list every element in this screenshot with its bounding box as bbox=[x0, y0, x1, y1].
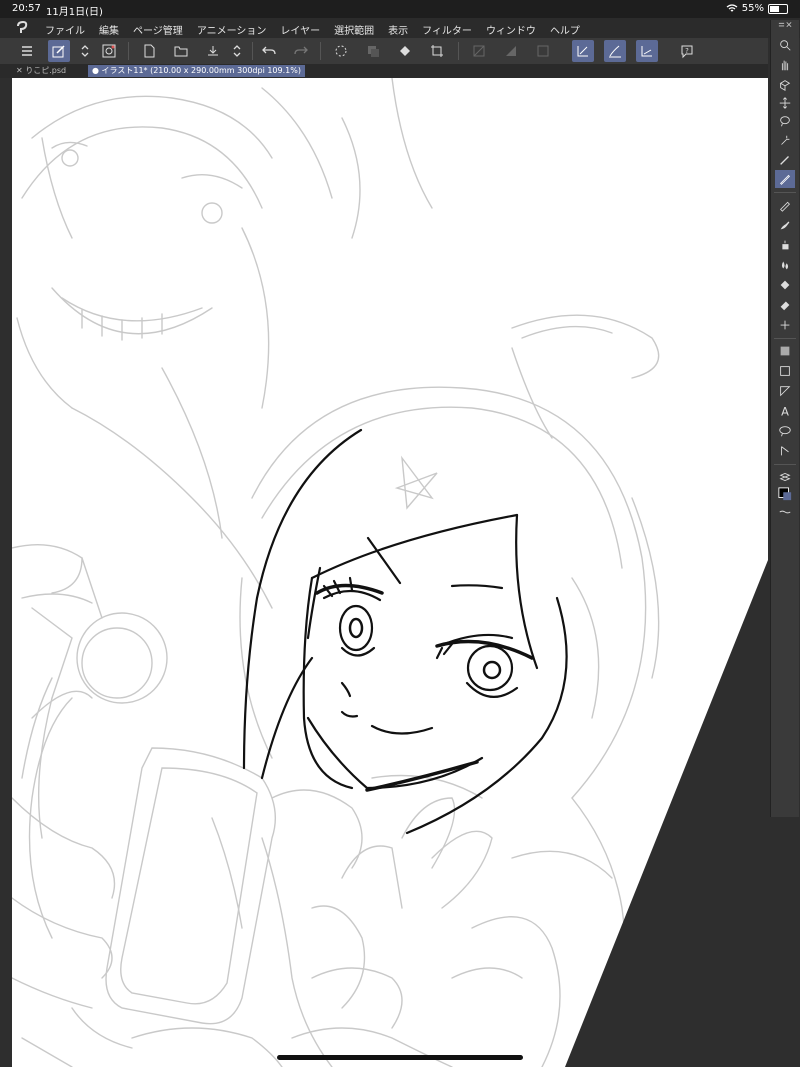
svg-text:A: A bbox=[781, 404, 789, 418]
pen-icon[interactable] bbox=[775, 170, 795, 188]
ruler-icon[interactable] bbox=[775, 503, 795, 521]
zoom-icon[interactable] bbox=[775, 36, 795, 54]
rotate-icon[interactable] bbox=[775, 76, 795, 94]
balloon-icon[interactable] bbox=[775, 422, 795, 440]
lasso-icon[interactable] bbox=[775, 112, 795, 130]
hand-icon[interactable] bbox=[775, 56, 795, 74]
rectangle-icon[interactable] bbox=[775, 362, 795, 380]
gradient-icon[interactable] bbox=[775, 342, 795, 360]
magic-wand-icon[interactable] bbox=[775, 132, 795, 150]
layers-icon[interactable] bbox=[775, 468, 795, 486]
tool-palette: A bbox=[770, 20, 799, 817]
fill-icon[interactable] bbox=[775, 276, 795, 294]
decoration-icon[interactable] bbox=[775, 316, 795, 334]
eraser-icon[interactable] bbox=[775, 296, 795, 314]
workspace-overlay bbox=[565, 560, 768, 1067]
correction-icon[interactable] bbox=[775, 442, 795, 460]
move-icon[interactable] bbox=[775, 94, 795, 112]
blend-icon[interactable] bbox=[775, 256, 795, 274]
home-indicator[interactable] bbox=[277, 1055, 523, 1060]
pencil-icon[interactable] bbox=[775, 196, 795, 214]
brush-icon[interactable] bbox=[775, 216, 795, 234]
palette-header[interactable] bbox=[775, 20, 795, 30]
airbrush-icon[interactable] bbox=[775, 236, 795, 254]
text-icon[interactable]: A bbox=[775, 402, 795, 420]
color-icon[interactable] bbox=[775, 485, 795, 503]
figure-icon[interactable] bbox=[775, 382, 795, 400]
eyedropper-icon[interactable] bbox=[775, 151, 795, 169]
